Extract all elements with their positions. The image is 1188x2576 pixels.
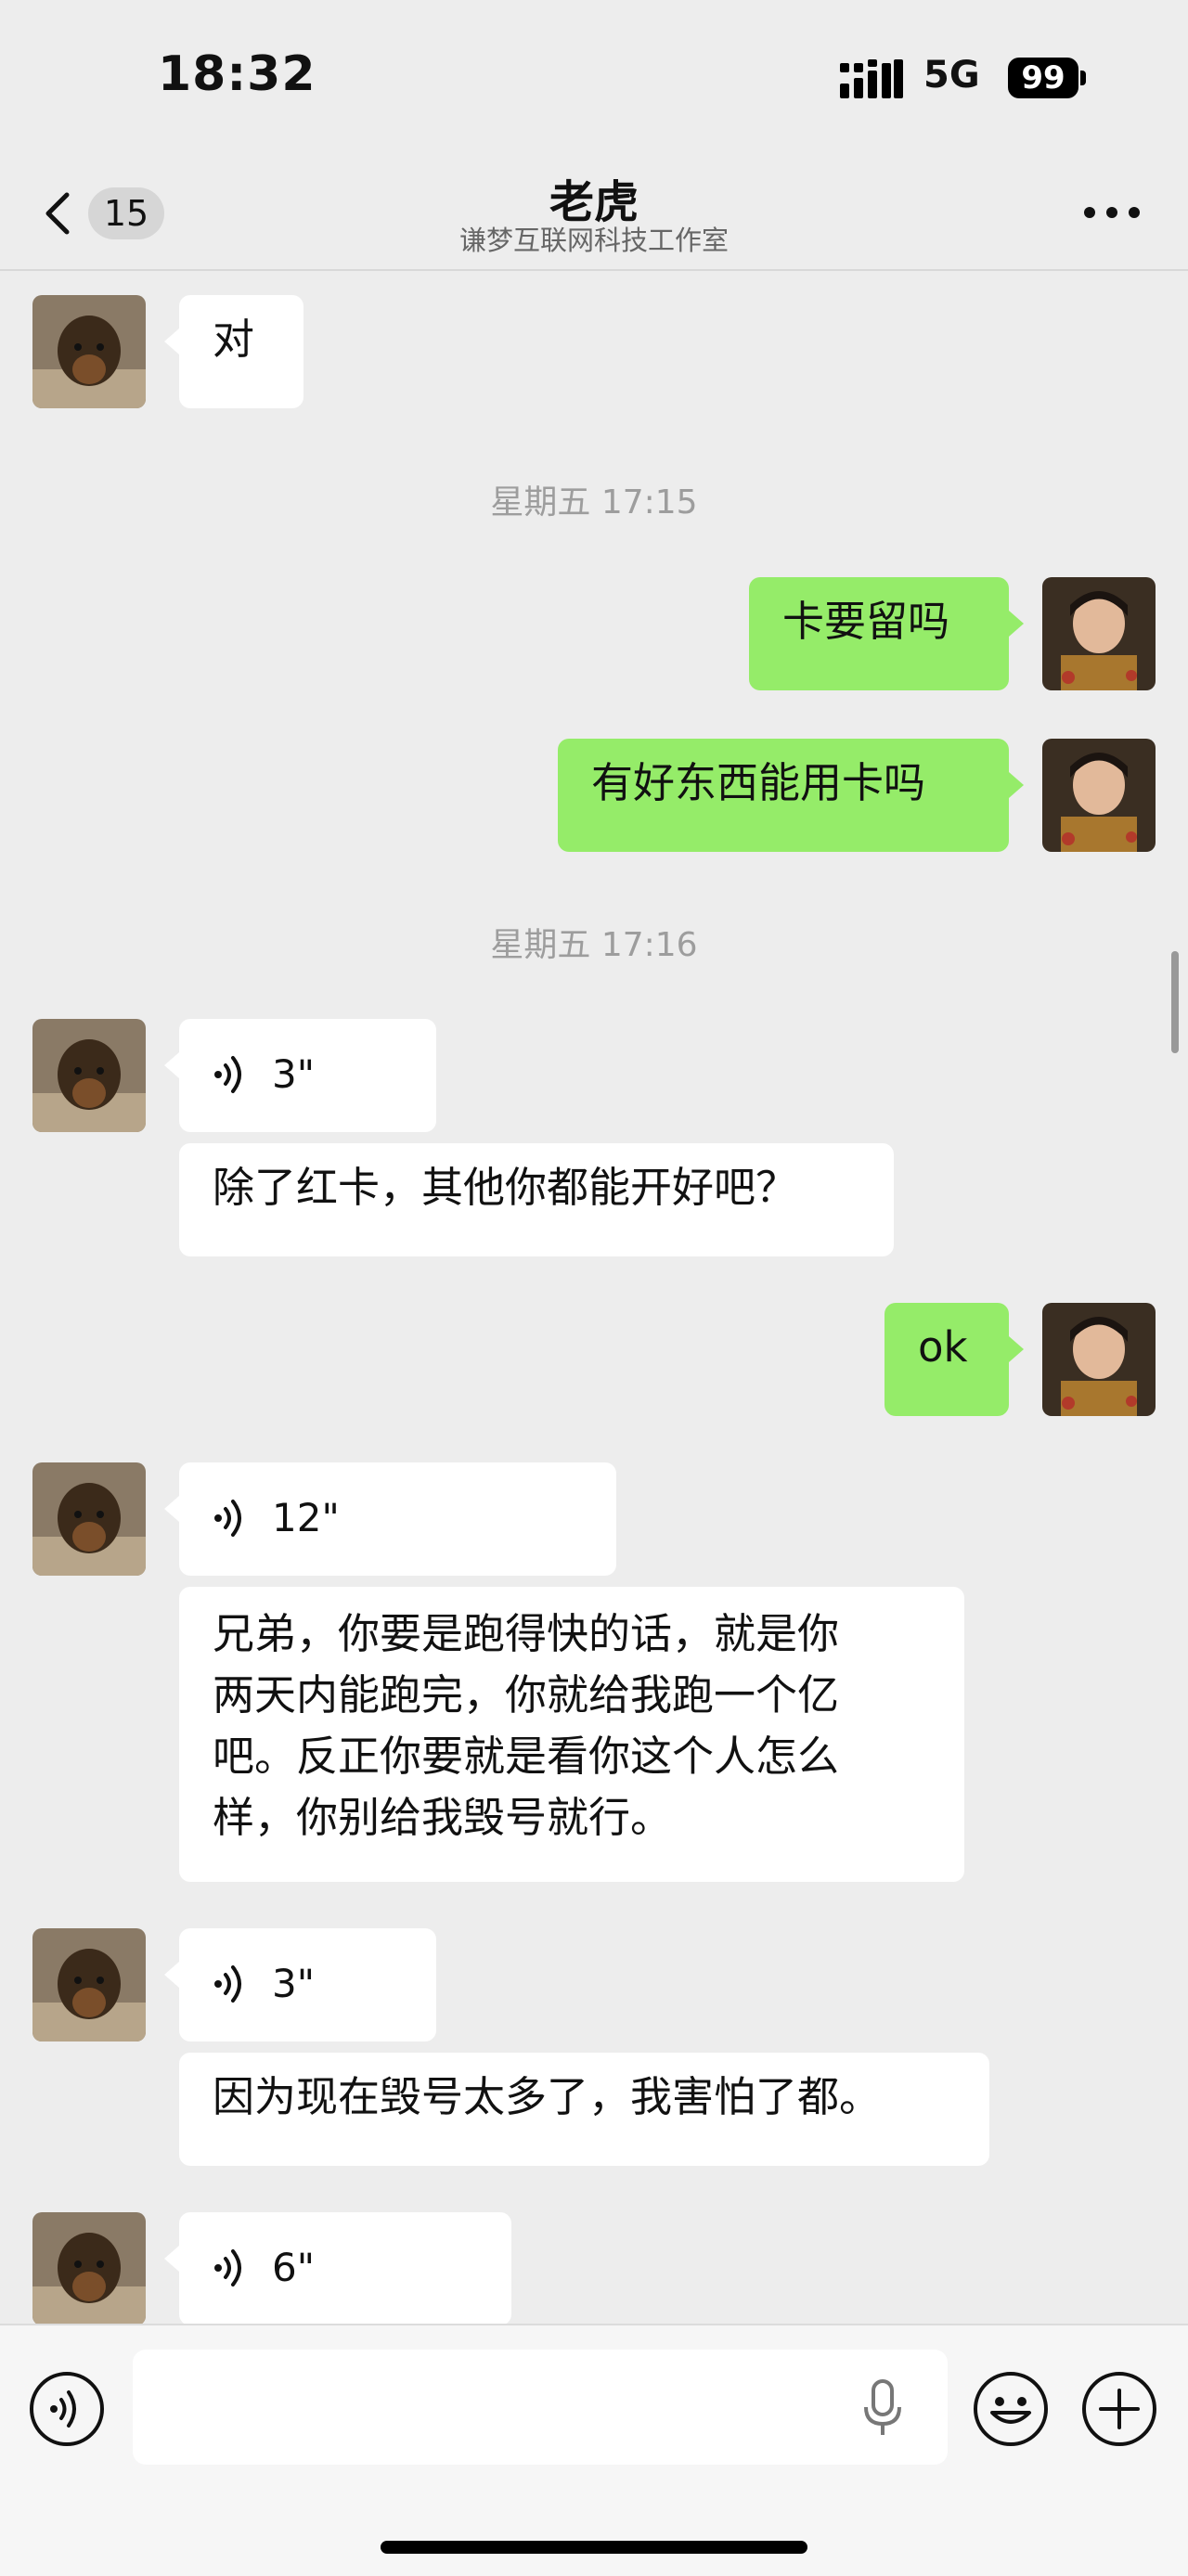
outgoing-text-bubble[interactable]: ok bbox=[885, 1303, 1024, 1416]
microphone-icon[interactable] bbox=[861, 2379, 904, 2437]
voice-wave-icon bbox=[214, 1056, 241, 1093]
contact-avatar[interactable] bbox=[32, 295, 146, 408]
battery-cap bbox=[1080, 71, 1086, 85]
voice-mode-icon[interactable] bbox=[28, 2370, 106, 2448]
message-text: 卡要留吗 bbox=[782, 597, 950, 646]
timestamp: 星期五 17:15 bbox=[490, 483, 698, 522]
message-text: ok bbox=[918, 1322, 968, 1372]
outgoing-text-bubble[interactable]: 有好东西能用卡吗 bbox=[558, 739, 1024, 852]
contact-avatar[interactable] bbox=[32, 1462, 146, 1576]
incoming-text-bubble[interactable]: 因为现在毁号太多了，我害怕了都。 bbox=[179, 2053, 989, 2166]
incoming-text-bubble[interactable]: 对 bbox=[164, 295, 303, 408]
emoji-icon[interactable] bbox=[972, 2370, 1050, 2448]
status-time: 18:32 bbox=[158, 46, 316, 102]
voice-wave-icon bbox=[214, 1965, 241, 2003]
incoming-text-bubble[interactable]: 除了红卡，其他你都能开好吧？ bbox=[179, 1143, 894, 1256]
voice-duration: 6" bbox=[272, 2245, 316, 2290]
plus-icon[interactable] bbox=[1080, 2370, 1158, 2448]
message-text: 因为现在毁号太多了，我害怕了都。 bbox=[213, 2072, 882, 2121]
status-bar: 18:32 5G 99 bbox=[0, 0, 1188, 158]
input-bar bbox=[0, 2324, 1188, 2576]
message-line: 两天内能跑完，你就给我跑一个亿 bbox=[213, 1670, 840, 1719]
network-type: 5G bbox=[923, 54, 980, 97]
scrollbar[interactable] bbox=[1171, 951, 1179, 1053]
message-line: 吧。反正你要就是看你这个人怎么 bbox=[213, 1732, 840, 1781]
outgoing-text-bubble[interactable]: 卡要留吗 bbox=[749, 577, 1024, 690]
signal-icon bbox=[840, 59, 903, 98]
contact-avatar[interactable] bbox=[32, 2212, 146, 2324]
more-icon[interactable] bbox=[1075, 189, 1149, 236]
voice-wave-icon bbox=[214, 2249, 241, 2286]
home-indicator bbox=[381, 2541, 807, 2554]
message-line: 样，你别给我毁号就行。 bbox=[213, 1793, 673, 1842]
message-text: 有好东西能用卡吗 bbox=[591, 758, 926, 807]
incoming-voice-bubble[interactable]: 12" bbox=[164, 1462, 616, 1576]
battery-indicator: 99 bbox=[1008, 58, 1078, 98]
chat-subtitle: 谦梦互联网科技工作室 bbox=[458, 225, 729, 256]
message-input[interactable] bbox=[133, 2350, 948, 2465]
voice-duration: 3" bbox=[272, 1961, 316, 2006]
message-line: 兄弟，你要是跑得快的话，就是你 bbox=[213, 1609, 840, 1658]
my-avatar[interactable] bbox=[1042, 739, 1156, 852]
voice-duration: 12" bbox=[272, 1495, 340, 1540]
message-text: 对 bbox=[213, 315, 255, 364]
my-avatar[interactable] bbox=[1042, 577, 1156, 690]
contact-avatar[interactable] bbox=[32, 1928, 146, 2041]
incoming-voice-bubble[interactable]: 6" bbox=[164, 2212, 511, 2324]
message-text: 除了红卡，其他你都能开好吧？ bbox=[213, 1163, 798, 1212]
incoming-voice-bubble[interactable]: 3" bbox=[164, 1928, 436, 2041]
contact-avatar[interactable] bbox=[32, 1019, 146, 1132]
voice-duration: 3" bbox=[272, 1051, 316, 1097]
message-list[interactable]: 对 星期五 17:15 卡要留吗 有好东西能用卡吗 星期五 17:16 3" 除… bbox=[0, 271, 1188, 2324]
timestamp: 星期五 17:16 bbox=[490, 926, 698, 964]
incoming-voice-bubble[interactable]: 3" bbox=[164, 1019, 436, 1132]
incoming-text-bubble[interactable]: 兄弟，你要是跑得快的话，就是你 两天内能跑完，你就给我跑一个亿 吧。反正你要就是… bbox=[179, 1587, 964, 1882]
chat-header: 15 老虎 谦梦互联网科技工作室 bbox=[0, 158, 1188, 271]
my-avatar[interactable] bbox=[1042, 1303, 1156, 1416]
voice-wave-icon bbox=[214, 1500, 241, 1537]
